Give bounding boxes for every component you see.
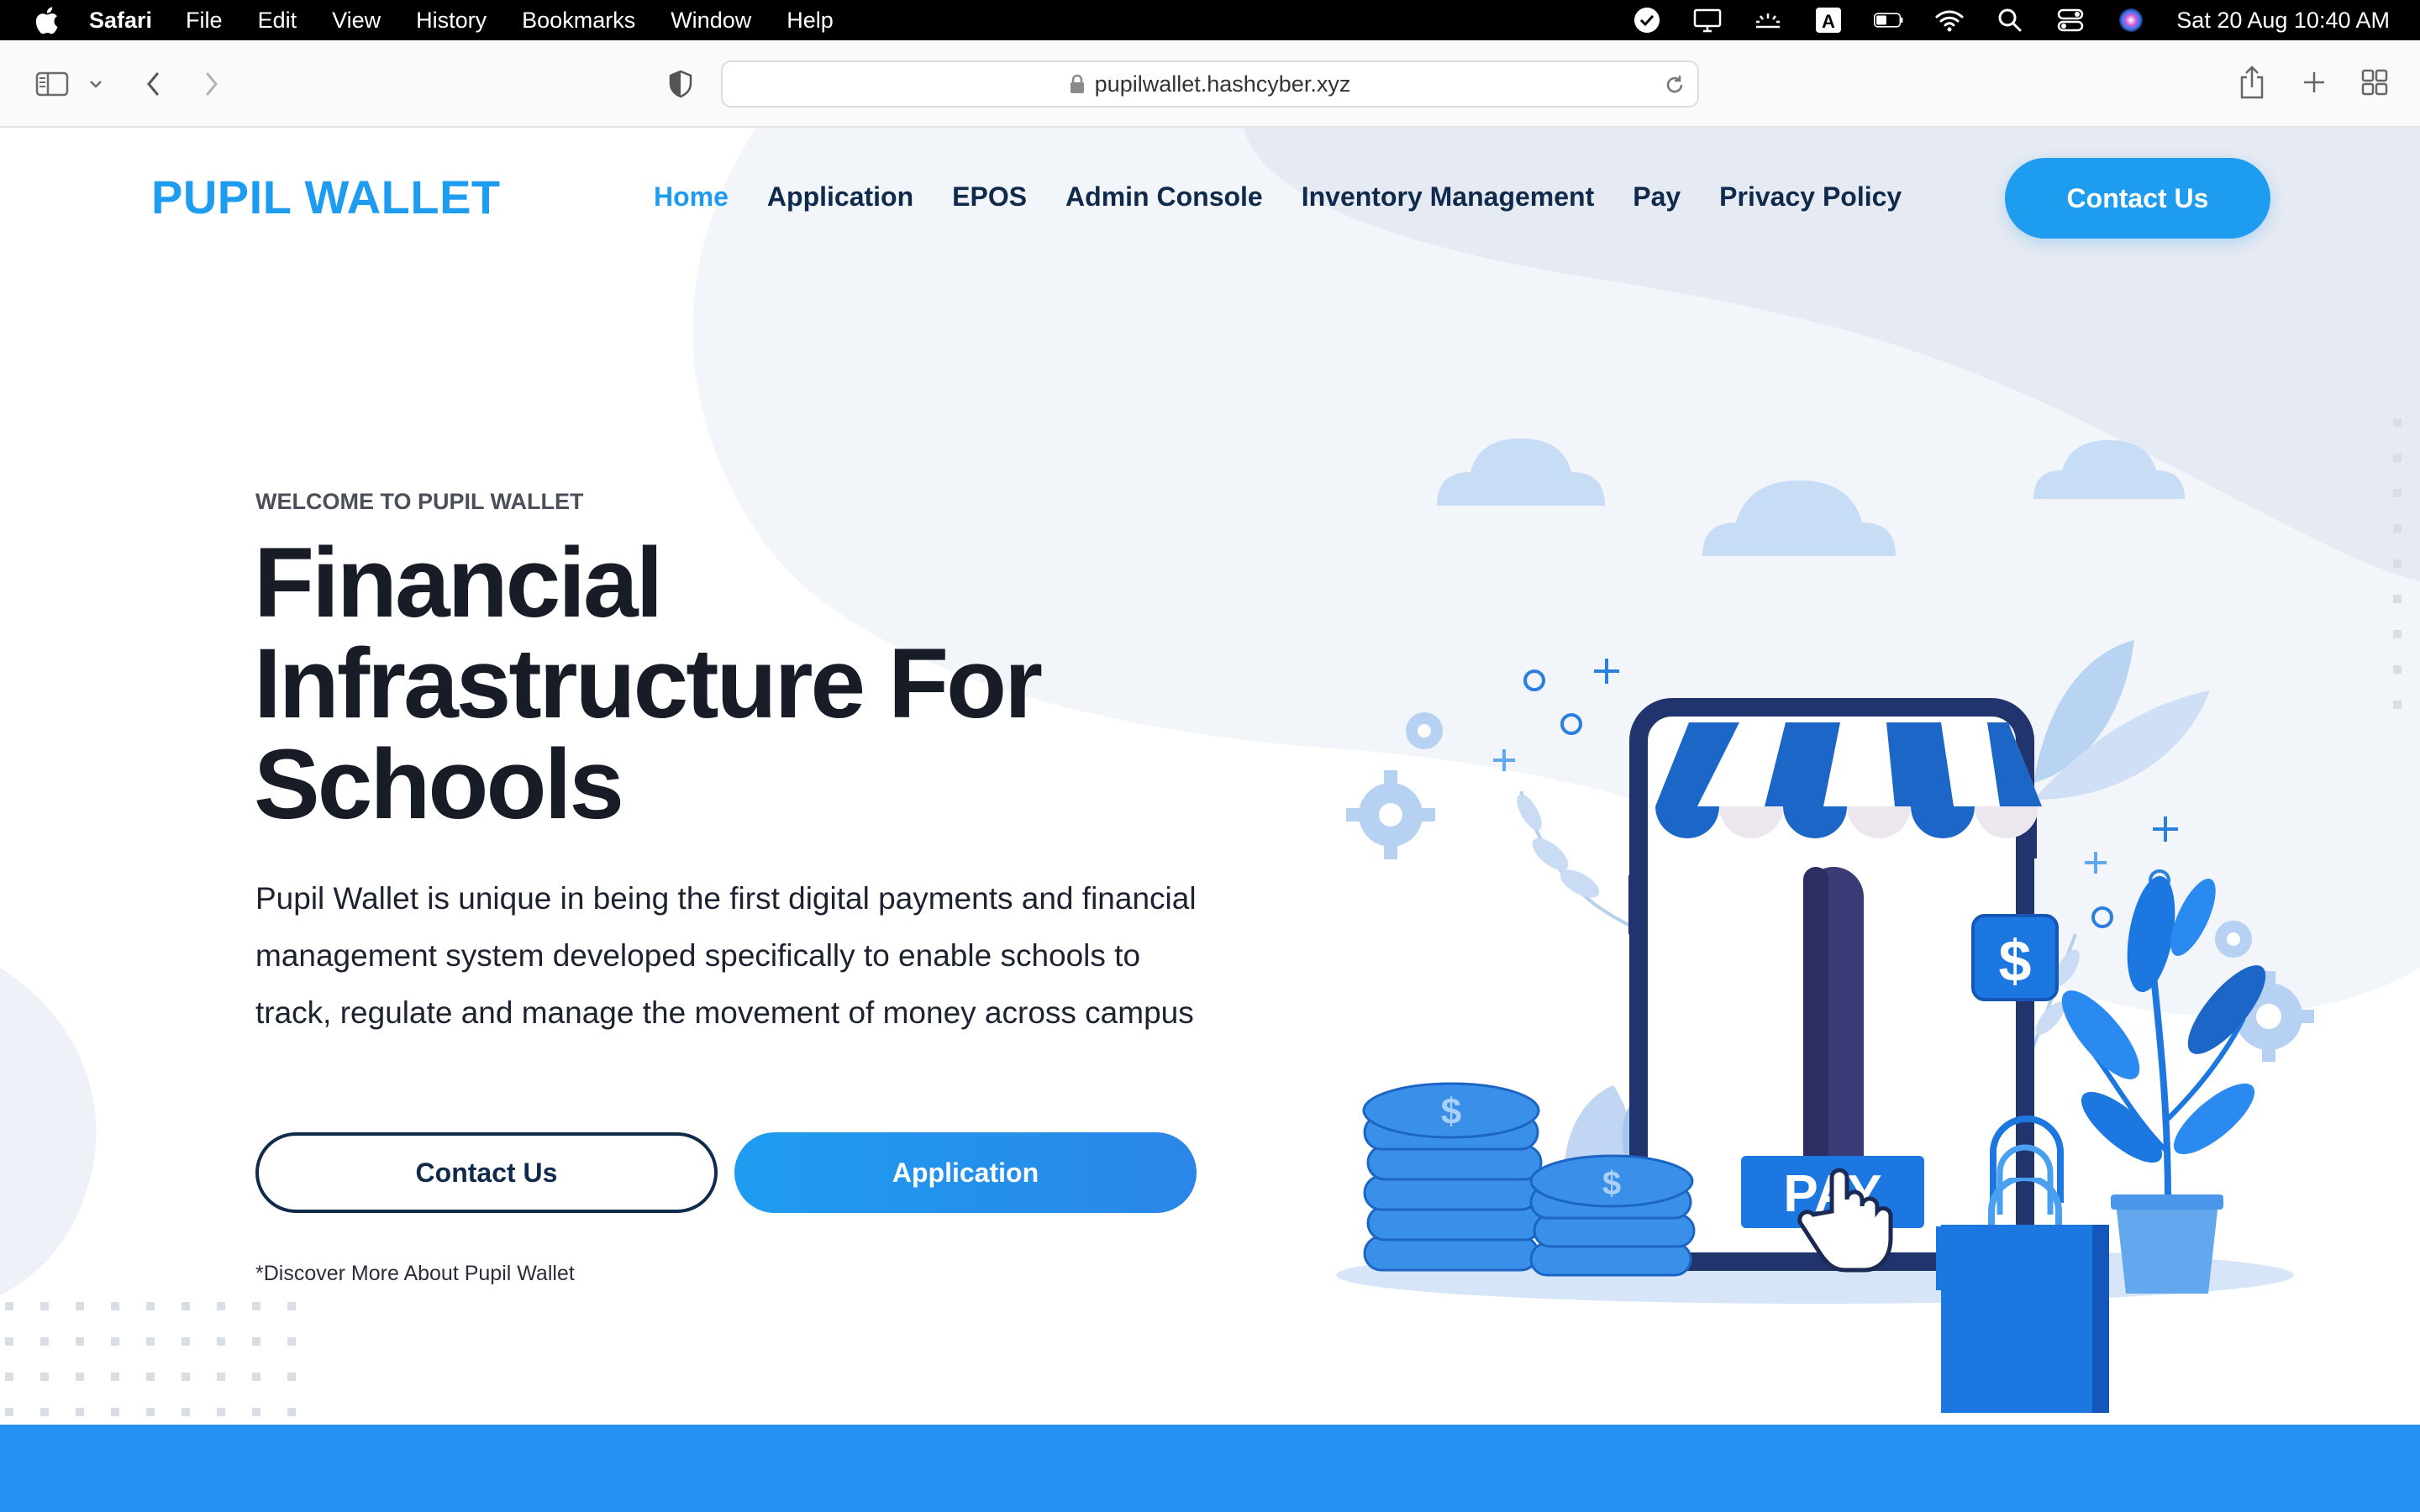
coin-dollar-symbol: $ bbox=[1441, 1091, 1461, 1132]
spotlight-search-icon[interactable] bbox=[1995, 5, 2025, 35]
nav-pay[interactable]: Pay bbox=[1633, 181, 1681, 213]
menu-app-name[interactable]: Safari bbox=[89, 8, 152, 34]
main-nav: Home Application EPOS Admin Console Inve… bbox=[654, 181, 1902, 213]
headline-line-3: Schools bbox=[254, 729, 624, 840]
menu-file[interactable]: File bbox=[186, 8, 223, 34]
clouds bbox=[1437, 438, 2185, 556]
web-page: PUPIL WALLET Home Application EPOS Admin… bbox=[0, 128, 2420, 1512]
wifi-icon[interactable] bbox=[1934, 5, 1965, 35]
checkmark-icon[interactable] bbox=[1632, 5, 1662, 35]
menu-window[interactable]: Window bbox=[671, 8, 751, 34]
lock-icon bbox=[1070, 74, 1085, 94]
url-text: pupilwallet.hashcyber.xyz bbox=[1094, 71, 1351, 97]
apple-menu-icon[interactable] bbox=[32, 5, 60, 35]
mobile-shop-illustration: $ PAY bbox=[1336, 438, 2314, 1304]
control-center-icon[interactable] bbox=[2055, 5, 2086, 35]
forward-icon[interactable] bbox=[197, 66, 227, 102]
hero-eyebrow: WELCOME TO PUPIL WALLET bbox=[255, 489, 584, 514]
headline-line-1: Financial bbox=[254, 528, 663, 638]
privacy-shield-icon[interactable] bbox=[664, 67, 697, 101]
new-tab-icon[interactable] bbox=[2297, 66, 2331, 99]
nav-application[interactable]: Application bbox=[767, 181, 913, 213]
hero-contact-button[interactable]: Contact Us bbox=[255, 1132, 718, 1213]
hero-description: Pupil Wallet is unique in being the firs… bbox=[255, 881, 1197, 1030]
brightness-icon[interactable] bbox=[1753, 5, 1783, 35]
menu-bookmarks[interactable]: Bookmarks bbox=[522, 8, 635, 34]
menu-history[interactable]: History bbox=[416, 8, 487, 34]
nav-privacy-policy[interactable]: Privacy Policy bbox=[1719, 181, 1902, 213]
siri-icon[interactable] bbox=[2116, 5, 2146, 35]
reload-icon[interactable] bbox=[1662, 72, 1687, 97]
chevron-down-icon[interactable] bbox=[84, 71, 108, 97]
status-area: A Sat 20 Aug 10:40 AM bbox=[1602, 0, 2390, 40]
menu-edit[interactable]: Edit bbox=[258, 8, 297, 34]
nav-epos[interactable]: EPOS bbox=[952, 181, 1027, 213]
coin-dollar-symbol-2: $ bbox=[1602, 1165, 1621, 1202]
macos-menu-bar: Safari File Edit View History Bookmarks … bbox=[0, 0, 2420, 40]
bottom-section-band bbox=[0, 1425, 2420, 1512]
headline-line-2: Infrastructure For bbox=[254, 628, 1043, 739]
header-contact-button[interactable]: Contact Us bbox=[2005, 158, 2270, 239]
battery-icon[interactable] bbox=[1874, 5, 1904, 35]
back-icon[interactable] bbox=[138, 66, 168, 102]
address-bar[interactable]: pupilwallet.hashcyber.xyz bbox=[721, 60, 1699, 108]
shopping-bag-icon-main bbox=[1941, 1178, 2109, 1413]
browser-toolbar: pupilwallet.hashcyber.xyz bbox=[0, 40, 2420, 128]
discover-more-link[interactable]: *Discover More About Pupil Wallet bbox=[255, 1262, 575, 1286]
menu-help[interactable]: Help bbox=[786, 8, 834, 34]
nav-inventory-management[interactable]: Inventory Management bbox=[1302, 181, 1595, 213]
nav-admin-console[interactable]: Admin Console bbox=[1065, 181, 1263, 213]
site-logo[interactable]: PUPIL WALLET bbox=[151, 170, 501, 224]
tab-overview-icon[interactable] bbox=[2358, 66, 2391, 99]
menu-clock[interactable]: Sat 20 Aug 10:40 AM bbox=[2176, 8, 2390, 34]
svg-text:A: A bbox=[1822, 11, 1835, 32]
input-source-icon[interactable]: A bbox=[1813, 5, 1844, 35]
menu-view[interactable]: View bbox=[332, 8, 381, 34]
sidebar-toggle-icon[interactable] bbox=[34, 66, 71, 102]
dollar-badge-icon: $ bbox=[1971, 914, 2059, 1001]
nav-home[interactable]: Home bbox=[654, 181, 729, 213]
display-icon[interactable] bbox=[1692, 5, 1723, 35]
hero-headline: Financial Infrastructure For Schools bbox=[254, 533, 1178, 835]
dollar-symbol: $ bbox=[1999, 928, 2032, 994]
share-icon[interactable] bbox=[2235, 62, 2269, 102]
hero-application-button[interactable]: Application bbox=[734, 1132, 1197, 1213]
